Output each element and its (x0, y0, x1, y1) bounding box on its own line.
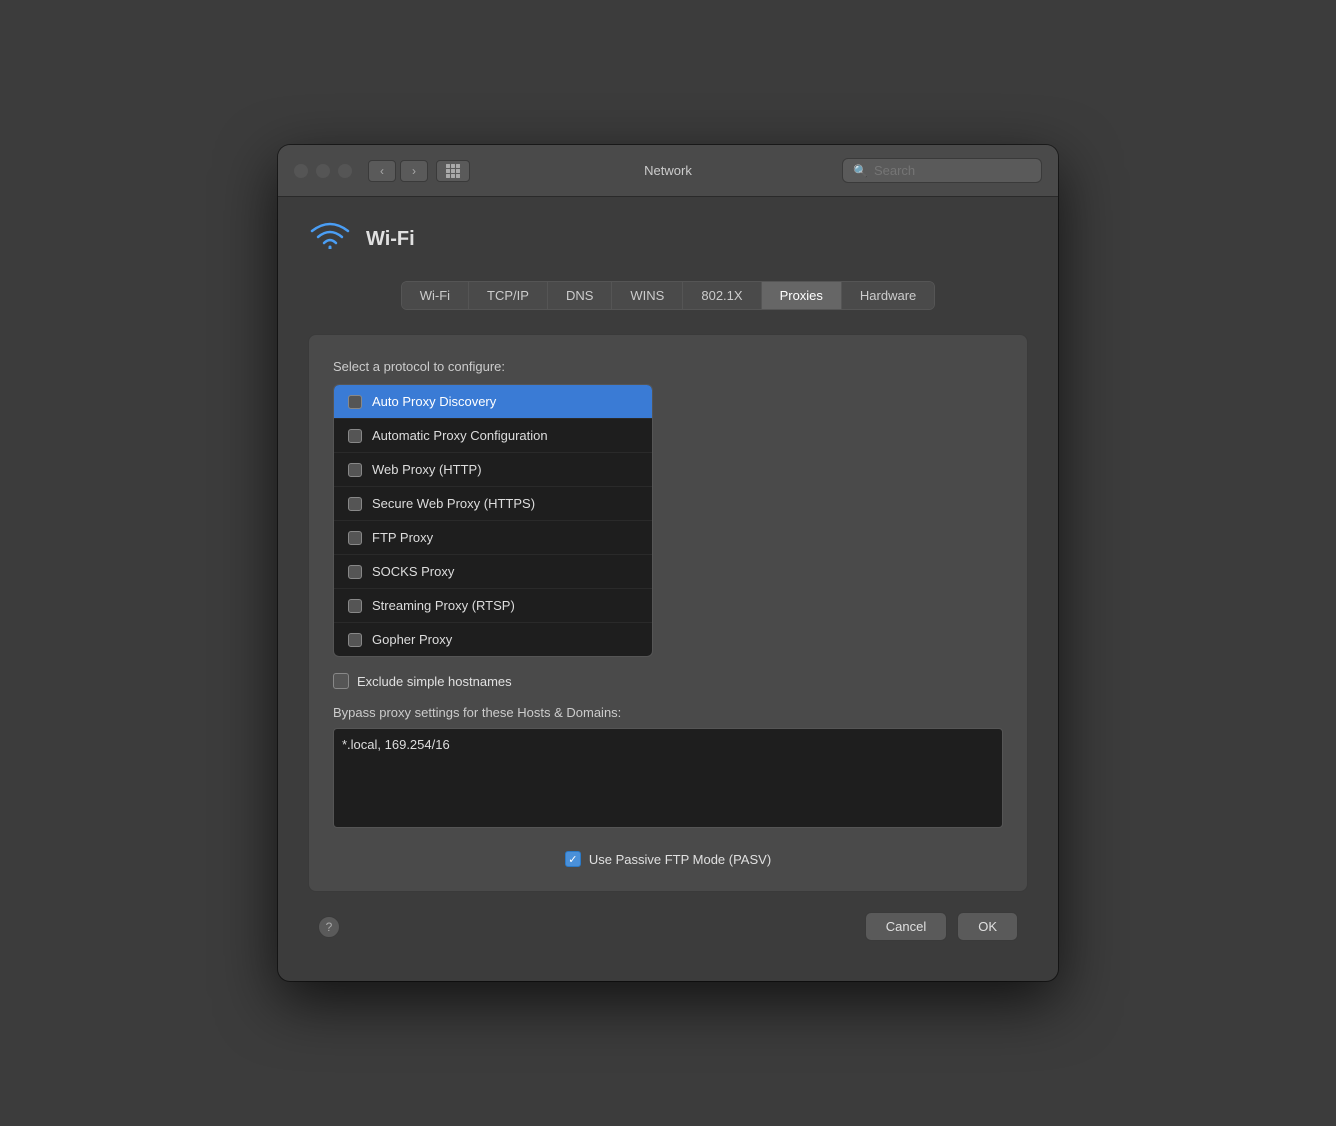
bypass-textarea[interactable] (333, 728, 1003, 828)
nav-buttons: ‹ › (368, 160, 428, 182)
action-buttons: Cancel OK (865, 912, 1018, 941)
ftp-mode-checkbox[interactable]: ✓ (565, 851, 581, 867)
wifi-label: Wi-Fi (366, 228, 415, 251)
protocol-checkbox-web-proxy-http[interactable] (348, 463, 362, 477)
tab-proxies[interactable]: Proxies (762, 282, 842, 309)
window-title: Network (644, 163, 692, 178)
protocol-label-web-proxy-http: Web Proxy (HTTP) (372, 462, 482, 477)
grid-icon (446, 164, 460, 178)
maximize-button[interactable] (338, 164, 352, 178)
protocol-item-socks-proxy[interactable]: SOCKS Proxy (334, 555, 652, 589)
tab-dns[interactable]: DNS (548, 282, 612, 309)
search-bar[interactable]: 🔍 (842, 158, 1042, 183)
grid-view-button[interactable] (436, 160, 470, 182)
protocol-item-secure-web-proxy-https[interactable]: Secure Web Proxy (HTTPS) (334, 487, 652, 521)
protocol-checkbox-auto-proxy-discovery[interactable] (348, 395, 362, 409)
forward-button[interactable]: › (400, 160, 428, 182)
ftp-mode-row: ✓ Use Passive FTP Mode (PASV) (333, 851, 1003, 867)
tab-wins[interactable]: WINS (612, 282, 683, 309)
protocol-item-gopher-proxy[interactable]: Gopher Proxy (334, 623, 652, 656)
back-button[interactable]: ‹ (368, 160, 396, 182)
protocol-label-automatic-proxy-config: Automatic Proxy Configuration (372, 428, 548, 443)
minimize-button[interactable] (316, 164, 330, 178)
tab-wifi[interactable]: Wi-Fi (402, 282, 469, 309)
ftp-mode-label: Use Passive FTP Mode (PASV) (589, 852, 771, 867)
protocol-label-streaming-proxy-rtsp: Streaming Proxy (RTSP) (372, 598, 515, 613)
titlebar: ‹ › Network 🔍 (278, 145, 1058, 197)
tab-bar: Wi-Fi TCP/IP DNS WINS 802.1X Proxies Har… (401, 281, 936, 310)
protocol-item-streaming-proxy-rtsp[interactable]: Streaming Proxy (RTSP) (334, 589, 652, 623)
protocol-item-ftp-proxy[interactable]: FTP Proxy (334, 521, 652, 555)
protocol-item-web-proxy-http[interactable]: Web Proxy (HTTP) (334, 453, 652, 487)
search-input[interactable] (874, 163, 1031, 178)
protocol-label-ftp-proxy: FTP Proxy (372, 530, 433, 545)
traffic-lights (294, 164, 352, 178)
protocol-label-secure-web-proxy-https: Secure Web Proxy (HTTPS) (372, 496, 535, 511)
protocol-label-auto-proxy-discovery: Auto Proxy Discovery (372, 394, 496, 409)
protocol-checkbox-streaming-proxy-rtsp[interactable] (348, 599, 362, 613)
exclude-hostnames-checkbox[interactable] (333, 673, 349, 689)
help-button[interactable]: ? (318, 916, 340, 938)
panel: Select a protocol to configure: Auto Pro… (308, 334, 1028, 892)
chevron-right-icon: › (412, 164, 416, 178)
help-icon: ? (326, 920, 333, 934)
wifi-icon (308, 217, 352, 261)
protocol-item-auto-proxy-discovery[interactable]: Auto Proxy Discovery (334, 385, 652, 419)
protocol-checkbox-secure-web-proxy-https[interactable] (348, 497, 362, 511)
exclude-hostnames-row: Exclude simple hostnames (333, 673, 1003, 689)
protocol-label-gopher-proxy: Gopher Proxy (372, 632, 452, 647)
protocol-checkbox-automatic-proxy-config[interactable] (348, 429, 362, 443)
exclude-hostnames-label: Exclude simple hostnames (357, 674, 512, 689)
protocol-list: Auto Proxy Discovery Automatic Proxy Con… (333, 384, 653, 657)
protocol-checkbox-socks-proxy[interactable] (348, 565, 362, 579)
bypass-label: Bypass proxy settings for these Hosts & … (333, 705, 1003, 720)
protocol-label-socks-proxy: SOCKS Proxy (372, 564, 454, 579)
tab-tcpip[interactable]: TCP/IP (469, 282, 548, 309)
protocol-item-automatic-proxy-config[interactable]: Automatic Proxy Configuration (334, 419, 652, 453)
search-icon: 🔍 (853, 164, 868, 178)
wifi-header: Wi-Fi (308, 217, 1028, 261)
close-button[interactable] (294, 164, 308, 178)
window: ‹ › Network 🔍 (278, 145, 1058, 981)
tab-8021x[interactable]: 802.1X (683, 282, 761, 309)
content: Wi-Fi Wi-Fi TCP/IP DNS WINS 802.1X Proxi… (278, 197, 1058, 981)
protocol-checkbox-ftp-proxy[interactable] (348, 531, 362, 545)
footer: ? Cancel OK (308, 892, 1028, 951)
ok-button[interactable]: OK (957, 912, 1018, 941)
chevron-left-icon: ‹ (380, 164, 384, 178)
protocol-checkbox-gopher-proxy[interactable] (348, 633, 362, 647)
protocol-select-label: Select a protocol to configure: (333, 359, 1003, 374)
tab-hardware[interactable]: Hardware (842, 282, 934, 309)
cancel-button[interactable]: Cancel (865, 912, 947, 941)
